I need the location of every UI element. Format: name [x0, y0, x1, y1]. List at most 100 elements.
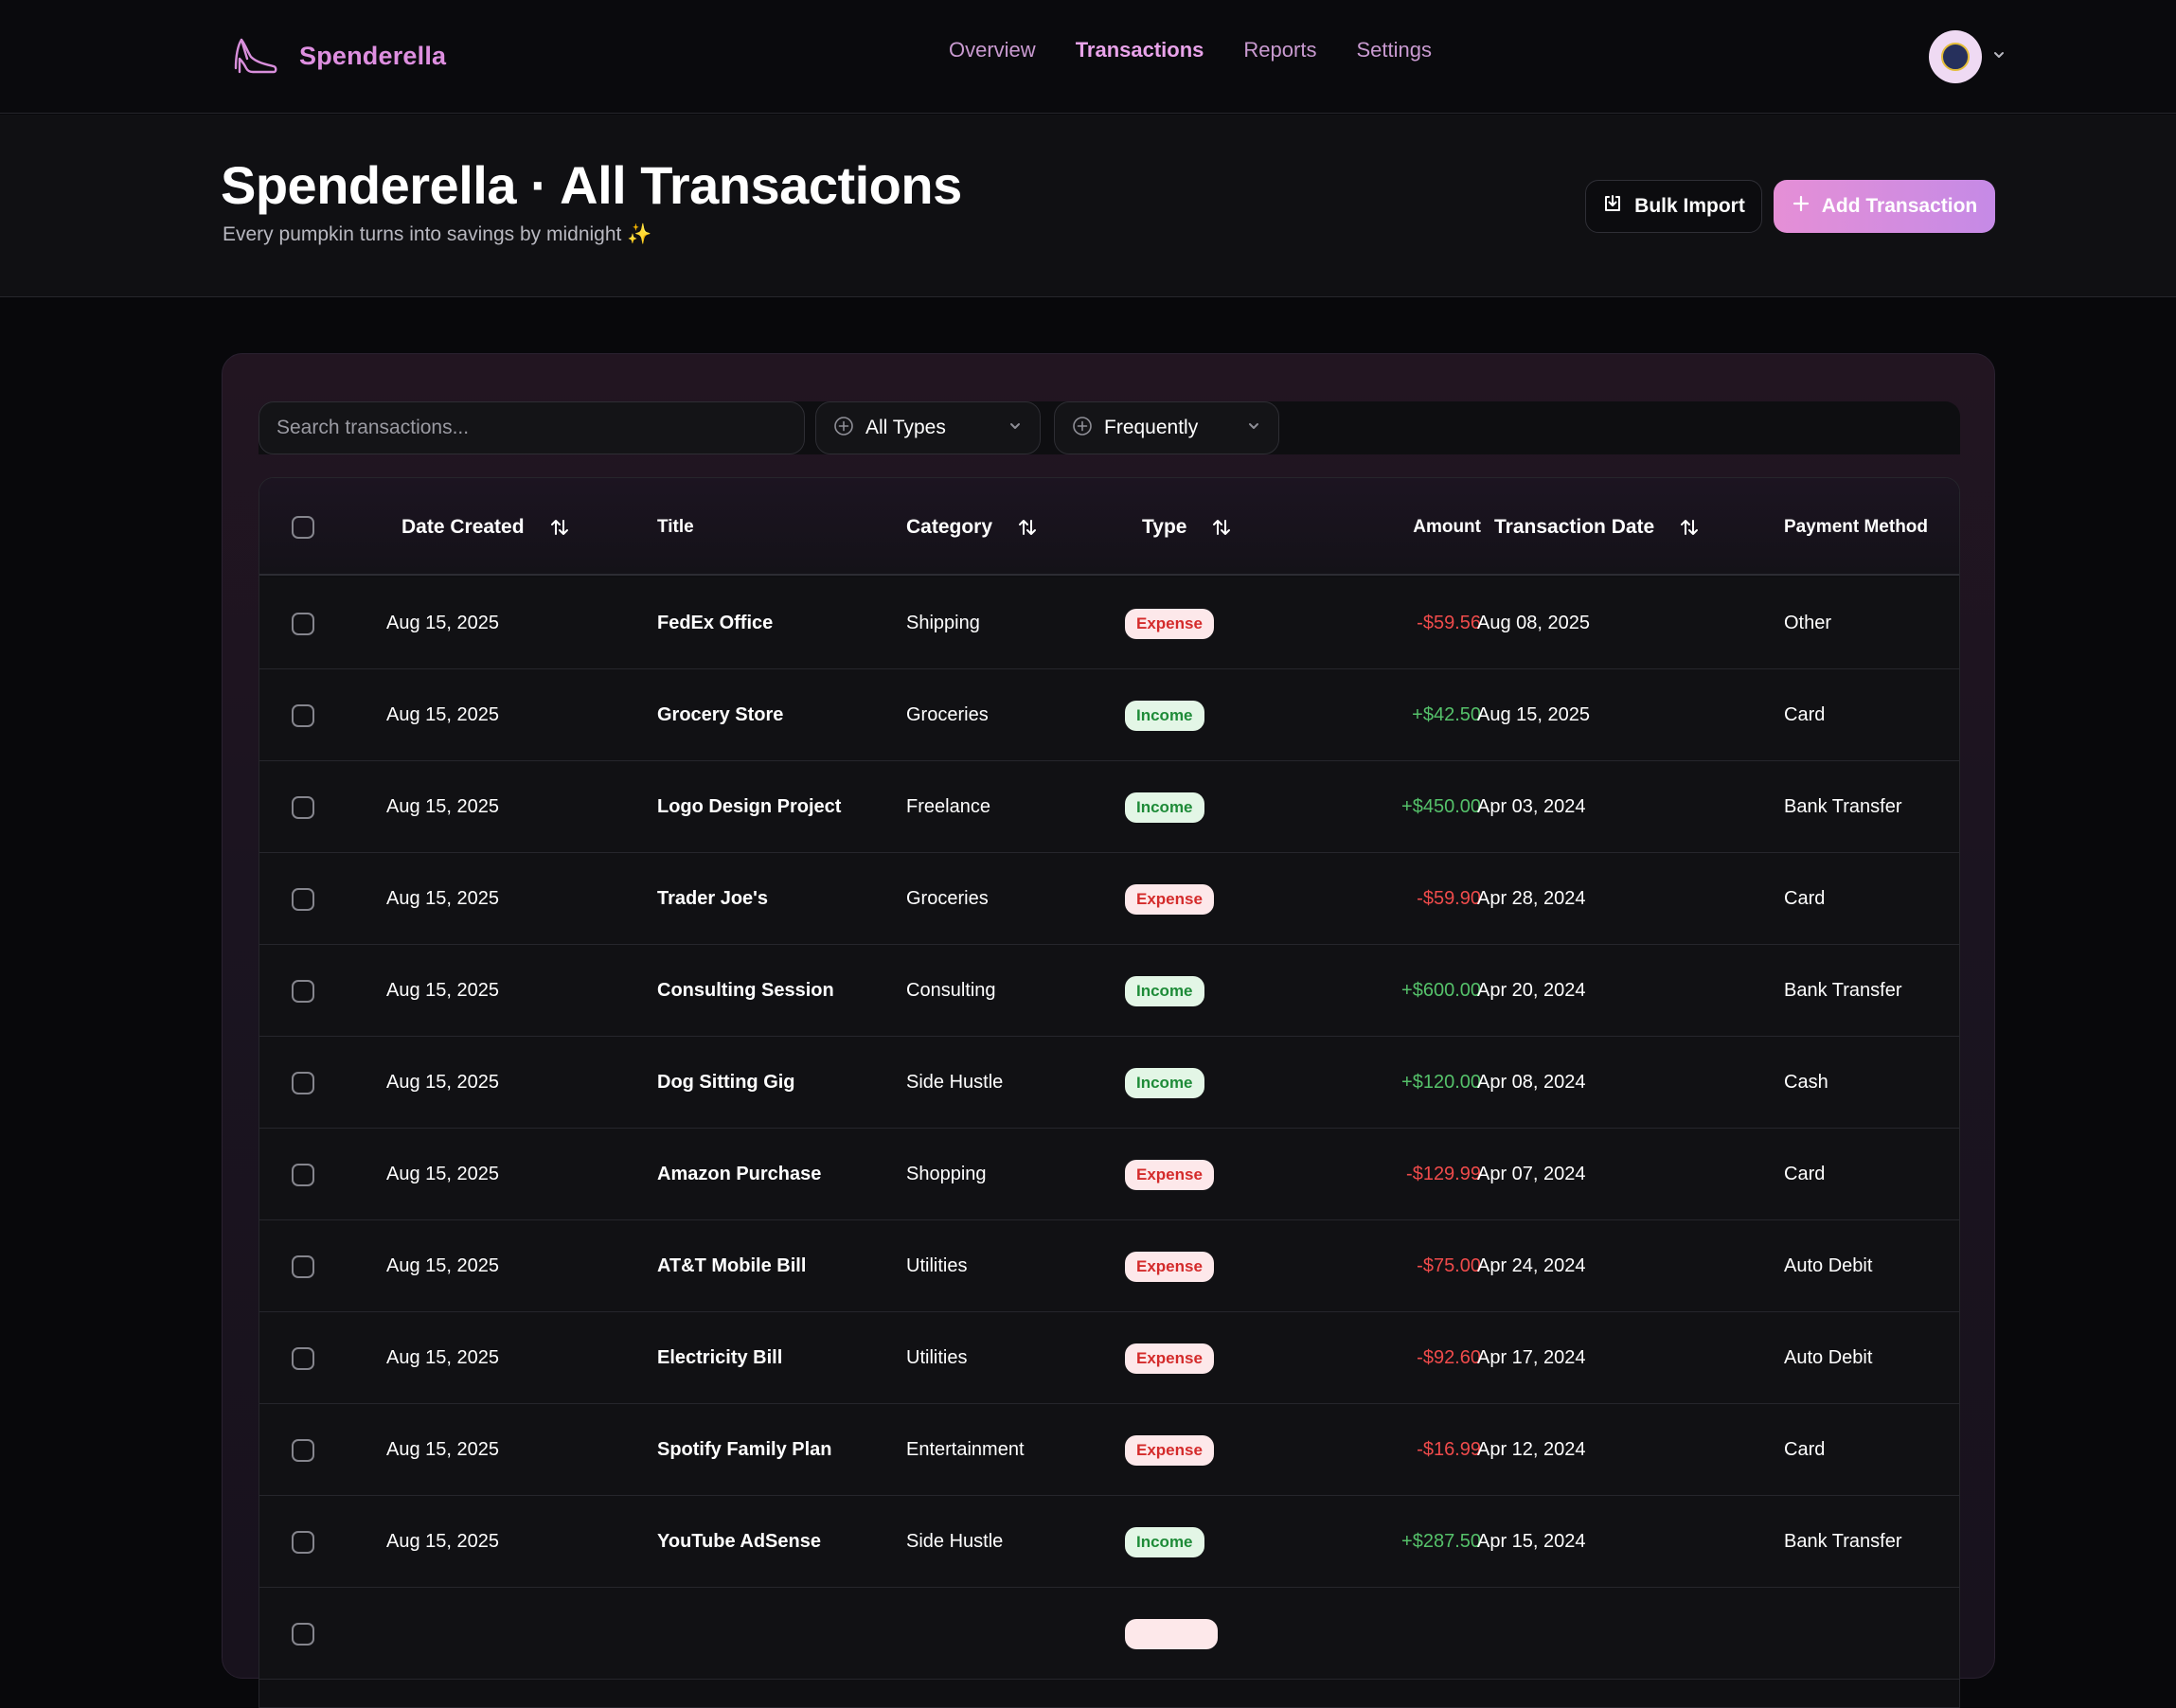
col-transaction-date[interactable]: Transaction Date — [1494, 478, 1700, 576]
table-row[interactable]: Aug 15, 2025 FedEx Office Shipping Expense -… — [259, 578, 1959, 669]
table-row[interactable]: Aug 15, 2025 YouTube AdSense Side Hustle In… — [259, 1496, 1959, 1588]
user-menu[interactable] — [1929, 30, 2007, 83]
select-all-checkbox[interactable] — [292, 515, 314, 539]
nav-transactions[interactable]: Transactions — [1076, 38, 1204, 62]
page-subtitle: Every pumpkin turns into savings by midn… — [223, 223, 652, 245]
cell-transaction-date: Apr 07, 2024 — [1477, 1164, 1586, 1184]
cell-transaction-date: Aug 15, 2025 — [1477, 704, 1590, 725]
chevron-down-icon[interactable] — [1991, 47, 2007, 67]
cell-payment-method: Bank Transfer — [1784, 1531, 1902, 1552]
table-row[interactable]: Aug 15, 2025 Dog Sitting Gig Side Hustle In… — [259, 1037, 1959, 1129]
top-navbar: Spenderella Overview Transactions Report… — [0, 0, 2176, 114]
cell-category: Utilities — [906, 1347, 968, 1368]
cell-amount: -$75.00 — [1417, 1255, 1481, 1276]
col-title: Title — [657, 516, 694, 537]
cell-title: FedEx Office — [657, 613, 774, 633]
nav-overview[interactable]: Overview — [949, 38, 1036, 62]
sort-icon[interactable] — [1211, 517, 1232, 538]
cell-category: Consulting — [906, 980, 996, 1001]
table-row[interactable]: Aug 15, 2025 Amazon Purchase Shopping Expen… — [259, 1129, 1959, 1220]
type-filter-dropdown[interactable]: All Types — [815, 401, 1041, 454]
glass-slipper-icon — [231, 34, 280, 78]
type-badge: Income — [1125, 700, 1204, 731]
table-row[interactable]: Aug 15, 2025 AT&T Mobile Bill Utilities Exp… — [259, 1220, 1959, 1312]
cell-amount: -$92.60 — [1417, 1347, 1481, 1368]
cell-date-created: Aug 15, 2025 — [386, 1531, 499, 1552]
row-checkbox[interactable] — [292, 703, 314, 727]
cell-payment-method: Card — [1784, 704, 1826, 725]
avatar[interactable] — [1929, 30, 1982, 83]
cell-category: Side Hustle — [906, 1531, 1004, 1552]
table-row[interactable]: Aug 15, 2025 Trader Joe's Groceries Expense… — [259, 853, 1959, 945]
table-row[interactable]: Aug 15, 2025 Electricity Bill Utilities Exp… — [259, 1312, 1959, 1404]
cell-type: Income — [1125, 761, 1204, 853]
sort-icon[interactable] — [549, 517, 570, 538]
type-badge: Expense — [1125, 1251, 1214, 1282]
row-checkbox[interactable] — [292, 612, 314, 635]
cell-payment-method: Bank Transfer — [1784, 980, 1902, 1001]
col-payment-method: Payment Method — [1784, 516, 1929, 537]
plus-icon — [1792, 194, 1810, 219]
row-checkbox[interactable] — [292, 1071, 314, 1094]
type-badge: Expense — [1125, 1159, 1214, 1190]
col-category[interactable]: Category — [906, 478, 1038, 576]
sort-icon[interactable] — [1017, 517, 1038, 538]
cell-title: Electricity Bill — [657, 1347, 783, 1368]
add-transaction-button[interactable]: Add Transaction — [1774, 180, 1995, 233]
row-checkbox[interactable] — [292, 1438, 314, 1462]
cell-type: Expense — [1125, 1220, 1214, 1312]
type-badge: Income — [1125, 1526, 1204, 1557]
cell-amount: +$450.00 — [1401, 796, 1481, 817]
frequency-filter-dropdown[interactable]: Frequently — [1054, 401, 1279, 454]
row-checkbox[interactable] — [292, 1530, 314, 1554]
cell-amount: -$129.99 — [1406, 1164, 1481, 1184]
cell-title: Trader Joe's — [657, 888, 769, 909]
cell-amount: +$120.00 — [1401, 1072, 1481, 1093]
row-checkbox[interactable] — [292, 1622, 314, 1646]
col-type[interactable]: Type — [1142, 478, 1232, 576]
cell-category: Freelance — [906, 796, 990, 817]
row-checkbox[interactable] — [292, 979, 314, 1003]
type-badge: Income — [1125, 975, 1204, 1006]
add-transaction-label: Add Transaction — [1821, 195, 1978, 217]
nav-reports[interactable]: Reports — [1243, 38, 1316, 62]
cell-type: Income — [1125, 669, 1204, 761]
search-input[interactable] — [259, 401, 805, 454]
cell-payment-method: Cash — [1784, 1072, 1828, 1093]
table-row[interactable] — [259, 1588, 1959, 1680]
cell-date-created: Aug 15, 2025 — [386, 1347, 499, 1368]
cell-transaction-date: Apr 28, 2024 — [1477, 888, 1586, 909]
brand[interactable]: Spenderella — [231, 32, 446, 80]
row-checkbox[interactable] — [292, 795, 314, 819]
table-row[interactable]: Aug 15, 2025 Spotify Family Plan Entertain… — [259, 1404, 1959, 1496]
table-row[interactable]: Aug 15, 2025 Grocery Store Groceries Income… — [259, 669, 1959, 761]
cell-amount: -$16.99 — [1417, 1439, 1481, 1460]
table-toolbar: All Types Frequently — [259, 401, 1960, 454]
cell-category: Groceries — [906, 888, 989, 909]
sort-icon[interactable] — [1679, 517, 1700, 538]
cell-payment-method: Auto Debit — [1784, 1255, 1873, 1276]
row-checkbox[interactable] — [292, 1346, 314, 1370]
bulk-import-button[interactable]: Bulk Import — [1585, 180, 1762, 233]
cell-transaction-date: Apr 08, 2024 — [1477, 1072, 1586, 1093]
col-date-created[interactable]: Date Created — [401, 478, 570, 576]
cell-transaction-date: Apr 15, 2024 — [1477, 1531, 1586, 1552]
cell-type — [1125, 1588, 1218, 1680]
nav-settings[interactable]: Settings — [1356, 38, 1432, 62]
cell-amount: +$600.00 — [1401, 980, 1481, 1001]
cell-transaction-date: Apr 12, 2024 — [1477, 1439, 1586, 1460]
row-select-cell — [292, 1129, 314, 1220]
row-checkbox[interactable] — [292, 1254, 314, 1278]
table-row[interactable]: Aug 15, 2025 Consulting Session Consulting… — [259, 945, 1959, 1037]
page-title: Spenderella · All Transactions — [221, 155, 962, 215]
row-checkbox[interactable] — [292, 887, 314, 911]
brand-name: Spenderella — [299, 41, 447, 70]
cell-category: Utilities — [906, 1255, 968, 1276]
row-select-cell — [292, 1496, 314, 1588]
row-select-cell — [292, 853, 314, 945]
table-header: Date Created Title Category Type Amount — [259, 478, 1959, 576]
chevron-down-icon — [1246, 418, 1261, 438]
table-row[interactable]: Aug 15, 2025 Logo Design Project Freelance… — [259, 761, 1959, 853]
plus-circle-icon — [1072, 416, 1093, 441]
row-checkbox[interactable] — [292, 1163, 314, 1186]
